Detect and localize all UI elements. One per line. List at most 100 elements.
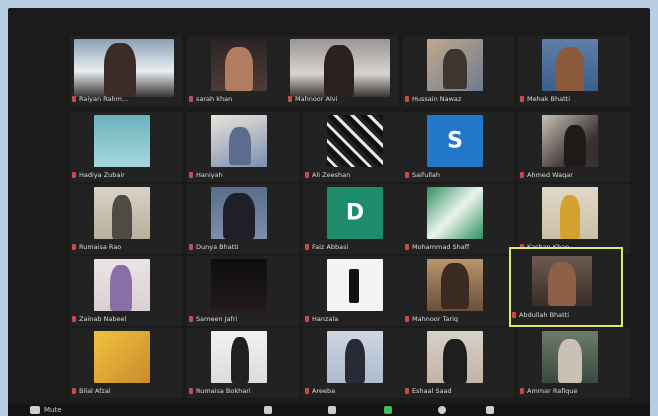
- participant-tile[interactable]: Mohammad Shaff: [403, 184, 515, 254]
- participant-tile[interactable]: D Faiz Abbasi: [303, 184, 415, 254]
- participant-name: Mohammad Shaff: [412, 243, 470, 251]
- participant-name: Ali Zeeshan: [312, 171, 351, 179]
- participant-video: [94, 259, 150, 311]
- participant-video: [94, 331, 150, 383]
- participant-video: [542, 187, 598, 239]
- participant-video: [532, 256, 592, 306]
- participant-name: Mahnoor Tariq: [412, 315, 459, 323]
- participant-name: Rumaisa Rao: [79, 243, 122, 251]
- meeting-toolbar: Mute: [8, 404, 650, 416]
- chat-icon[interactable]: [384, 406, 392, 414]
- participant-name: Mahnoor Alvi: [295, 95, 338, 103]
- muted-mic-icon: [189, 388, 193, 394]
- participant-video: [211, 39, 267, 91]
- participant-tile[interactable]: Ahmed Waqar: [518, 112, 630, 182]
- participant-video: [74, 39, 174, 97]
- muted-mic-icon: [305, 172, 309, 178]
- participant-tile[interactable]: Kashan Khan: [518, 184, 630, 254]
- active-speaker-tile[interactable]: Abdullah Bhatti: [509, 247, 623, 327]
- muted-mic-icon: [405, 96, 409, 102]
- gallery-view: Raiyan Rahm... sarah khan Mahnoor Alvi H…: [8, 8, 650, 416]
- muted-mic-icon: [405, 172, 409, 178]
- muted-mic-icon: [72, 388, 76, 394]
- muted-mic-icon: [189, 244, 193, 250]
- participant-video: [211, 331, 267, 383]
- participant-name: Raiyan Rahm...: [79, 95, 129, 103]
- meeting-app: Raiyan Rahm... sarah khan Mahnoor Alvi H…: [0, 0, 658, 416]
- participant-tile[interactable]: Haniyah: [187, 112, 299, 182]
- reactions-icon[interactable]: [486, 406, 494, 414]
- participant-video: [427, 331, 483, 383]
- participant-name: Mehak Bhatti: [527, 95, 571, 103]
- muted-mic-icon: [305, 388, 309, 394]
- participant-tile[interactable]: Mehak Bhatti: [518, 36, 630, 106]
- participant-name: Ammar Rafique: [527, 387, 578, 395]
- participant-tile[interactable]: Dunya Bhatti: [187, 184, 299, 254]
- participant-tile[interactable]: sarah khan: [187, 36, 299, 106]
- participant-name: Abdullah Bhatti: [519, 311, 570, 319]
- participant-video: [211, 259, 267, 311]
- participant-tile[interactable]: Rumaisa Bokhari: [187, 328, 299, 398]
- participant-name: Sameen Jafri: [196, 315, 238, 323]
- participant-video: [211, 187, 267, 239]
- mute-icon[interactable]: [30, 406, 40, 414]
- participant-name: Hadiya Zubair: [79, 171, 125, 179]
- muted-mic-icon: [72, 172, 76, 178]
- participant-tile[interactable]: Sameen Jafri: [187, 256, 299, 326]
- participant-video: [94, 187, 150, 239]
- participant-video: [327, 259, 383, 311]
- participant-tile[interactable]: Hanzala: [303, 256, 415, 326]
- muted-mic-icon: [305, 316, 309, 322]
- muted-mic-icon: [189, 316, 193, 322]
- participant-tile[interactable]: Hadiya Zubair: [70, 112, 182, 182]
- muted-mic-icon: [405, 244, 409, 250]
- participant-tile[interactable]: Raiyan Rahm...: [70, 36, 182, 106]
- participant-name: Haniyah: [196, 171, 223, 179]
- participant-video: [427, 187, 483, 239]
- muted-mic-icon: [72, 244, 76, 250]
- participant-tile[interactable]: Eshaal Saad: [403, 328, 515, 398]
- participant-video: [327, 115, 383, 167]
- participant-tile[interactable]: Mahnoor Tariq: [403, 256, 515, 326]
- participant-video: [542, 115, 598, 167]
- participant-tile[interactable]: Bilal Afzal: [70, 328, 182, 398]
- mute-label[interactable]: Mute: [44, 405, 62, 415]
- participant-name: Dunya Bhatti: [196, 243, 239, 251]
- muted-mic-icon: [405, 388, 409, 394]
- participant-name: sarah khan: [196, 95, 233, 103]
- participant-name: Ahmed Waqar: [527, 171, 573, 179]
- participant-tile[interactable]: Ammar Rafique: [518, 328, 630, 398]
- participant-tile[interactable]: Zainab Nabeel: [70, 256, 182, 326]
- muted-mic-icon: [520, 388, 524, 394]
- avatar-initial: S: [447, 128, 463, 154]
- participants-icon[interactable]: [264, 406, 272, 414]
- participant-video: [542, 331, 598, 383]
- participant-name: Areeba: [312, 387, 336, 395]
- muted-mic-icon: [520, 172, 524, 178]
- participant-tile[interactable]: Ali Zeeshan: [303, 112, 415, 182]
- participant-tile[interactable]: Rumaisa Rao: [70, 184, 182, 254]
- avatar-initial: D: [345, 200, 365, 226]
- participant-avatar: S: [427, 115, 483, 167]
- participant-tile[interactable]: Hussain Nawaz: [403, 36, 515, 106]
- muted-mic-icon: [72, 316, 76, 322]
- muted-mic-icon: [512, 312, 516, 318]
- participant-video: [290, 39, 390, 97]
- participant-name: Rumaisa Bokhari: [196, 387, 251, 395]
- participant-tile[interactable]: Areeba: [303, 328, 415, 398]
- participant-video: [327, 331, 383, 383]
- participant-name: Eshaal Saad: [412, 387, 452, 395]
- participant-avatar: D: [327, 187, 383, 239]
- participant-name: Bilal Afzal: [79, 387, 111, 395]
- participant-name: Faiz Abbasi: [312, 243, 349, 251]
- record-icon[interactable]: [438, 406, 446, 414]
- participant-tile[interactable]: Mahnoor Alvi: [286, 36, 398, 106]
- muted-mic-icon: [520, 96, 524, 102]
- muted-mic-icon: [189, 172, 193, 178]
- participant-tile[interactable]: S Saifullah: [403, 112, 515, 182]
- share-screen-icon[interactable]: [328, 406, 336, 414]
- muted-mic-icon: [72, 96, 76, 102]
- participant-video: [427, 259, 483, 311]
- participant-name: Saifullah: [412, 171, 441, 179]
- participant-video: [211, 115, 267, 167]
